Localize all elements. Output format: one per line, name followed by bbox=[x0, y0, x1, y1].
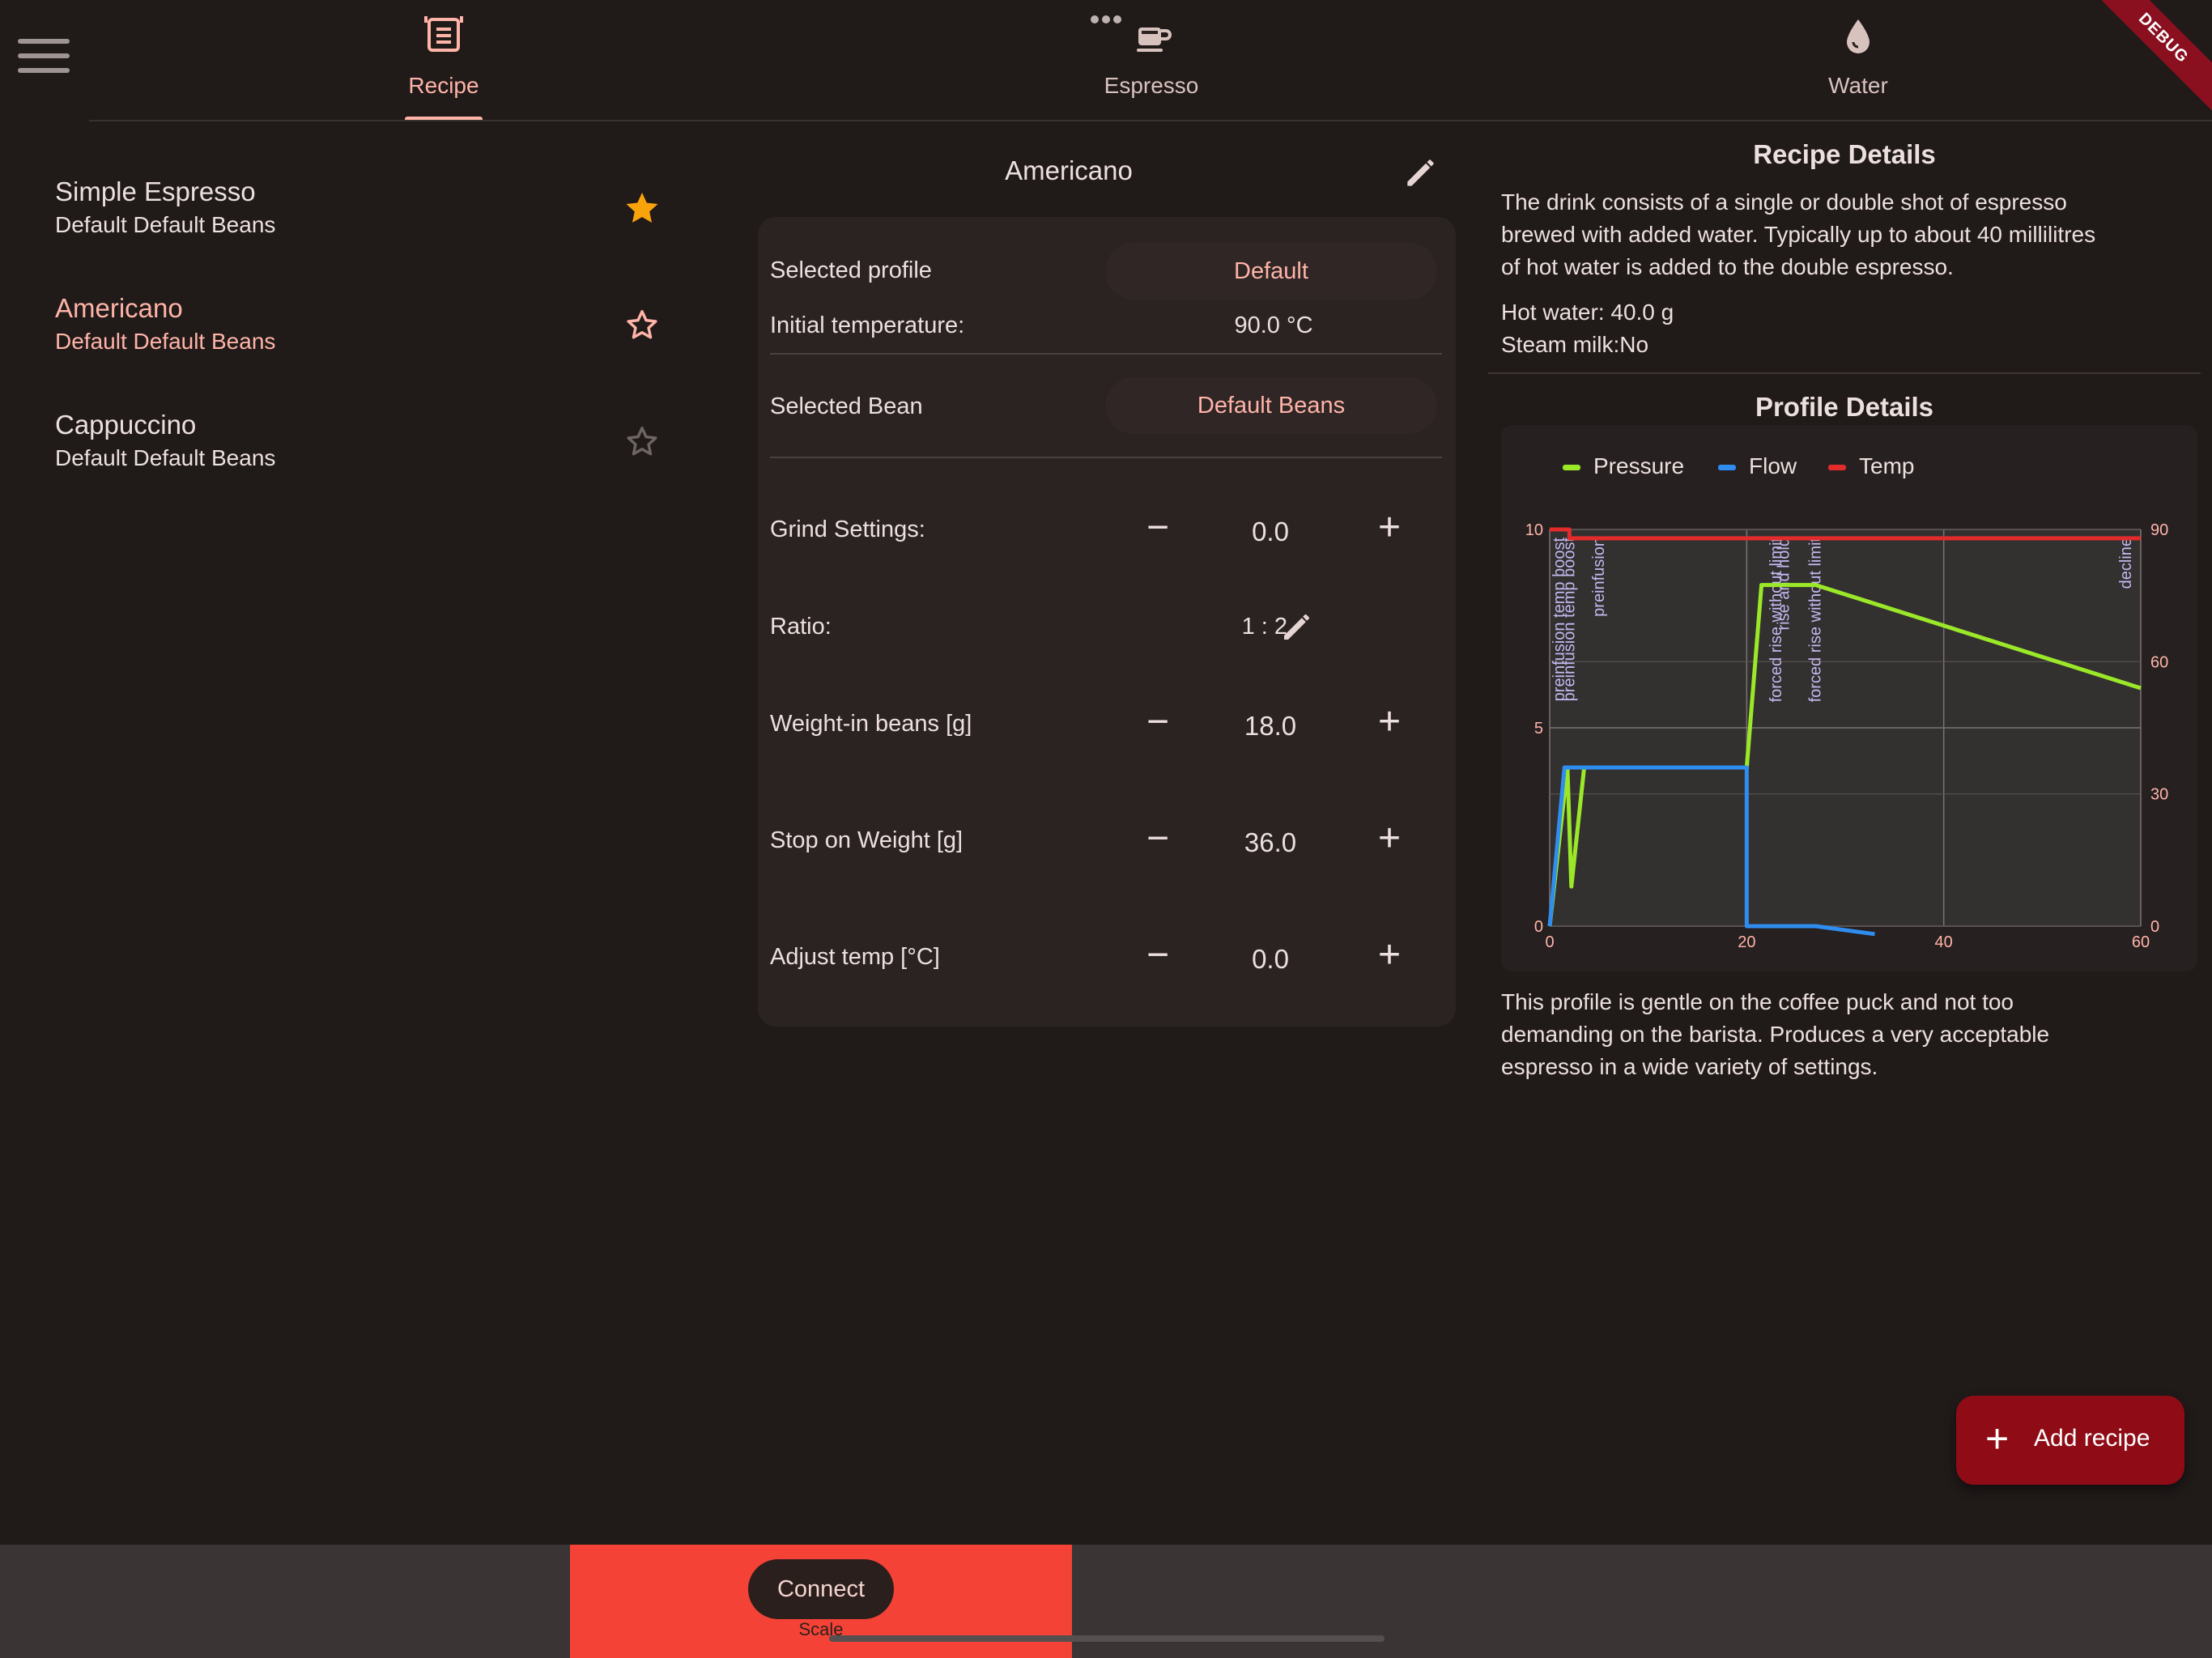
adjust-temp-minus-button[interactable]: − bbox=[1134, 933, 1182, 981]
adjust-temp-plus-button[interactable]: + bbox=[1365, 933, 1414, 981]
y-left-tick-label: 0 bbox=[1534, 918, 1543, 936]
legend-flow: Flow bbox=[1718, 453, 1797, 479]
steam-milk-info: Steam milk:No bbox=[1501, 332, 1649, 357]
recipe-description: The drink consists of a single or double… bbox=[1501, 186, 2165, 283]
x-tick-label: 60 bbox=[2132, 933, 2150, 951]
grind-value: 0.0 bbox=[1252, 517, 1289, 546]
adjust-temp-value: 0.0 bbox=[1252, 944, 1289, 974]
weight-in-minus-button[interactable]: − bbox=[1134, 699, 1182, 748]
stop-weight-minus-button[interactable]: − bbox=[1134, 816, 1182, 865]
recipe-beans: Default Default Beans bbox=[55, 212, 276, 237]
stop-weight-value: 36.0 bbox=[1244, 827, 1297, 857]
annotation-label: forced rise without limit bbox=[1807, 538, 1825, 703]
y-right-tick-label: 30 bbox=[2150, 786, 2168, 804]
y-left-tick-label: 10 bbox=[1525, 521, 1543, 539]
profile-chart: preinfusion temp boostpreinfusion temp b… bbox=[1525, 521, 2169, 951]
x-tick-label: 20 bbox=[1738, 933, 1755, 951]
divider bbox=[770, 353, 1442, 355]
recipe-icon bbox=[424, 16, 463, 52]
recipe-name: Americano bbox=[55, 293, 183, 323]
star-filled-icon[interactable] bbox=[623, 189, 661, 227]
y-right-tick-label: 90 bbox=[2150, 521, 2168, 539]
tab-label: Espresso bbox=[1104, 73, 1199, 98]
star-outline-icon[interactable] bbox=[623, 306, 661, 343]
text-line: espresso in a wide variety of settings. bbox=[1501, 1054, 1878, 1079]
selected-bean-label: Selected Bean bbox=[770, 393, 923, 419]
tab-label: Water bbox=[1828, 73, 1888, 98]
list-item-cappuccino[interactable]: Cappuccino Default Default Beans bbox=[32, 398, 680, 512]
legend-swatch bbox=[1718, 465, 1736, 471]
ratio-edit-icon[interactable] bbox=[1278, 607, 1317, 646]
list-item-simple-espresso[interactable]: Simple Espresso Default Default Beans bbox=[32, 165, 680, 278]
ratio-value: 1 : 2 bbox=[1241, 614, 1287, 640]
recipe-title: Americano bbox=[1005, 155, 1133, 185]
recipe-details-heading: Recipe Details bbox=[1753, 139, 1936, 169]
weight-in-plus-button[interactable]: + bbox=[1365, 699, 1414, 748]
tab-recipe[interactable]: Recipe bbox=[209, 0, 678, 121]
legend-swatch bbox=[1828, 465, 1846, 471]
coffee-cup-icon bbox=[1137, 28, 1172, 52]
water-drop-icon bbox=[1847, 19, 1870, 53]
profile-details-heading: Profile Details bbox=[1755, 392, 1934, 422]
recipe-name: Simple Espresso bbox=[55, 176, 256, 206]
divider bbox=[770, 457, 1442, 458]
debug-banner: DEBUG bbox=[2077, 0, 2212, 125]
legend-label: Flow bbox=[1749, 453, 1797, 478]
edit-icon[interactable] bbox=[1401, 152, 1441, 193]
recipe-beans: Default Default Beans bbox=[55, 445, 276, 470]
x-tick-label: 0 bbox=[1545, 933, 1554, 951]
text-line: demanding on the barista. Produces a ver… bbox=[1501, 1022, 2050, 1047]
annotation-label: preinfusion bbox=[1590, 538, 1608, 617]
tab-label: Recipe bbox=[408, 73, 479, 98]
selected-profile-label: Selected profile bbox=[770, 257, 932, 283]
selected-bean-button[interactable]: Default Beans bbox=[1105, 377, 1437, 434]
list-item-americano[interactable]: Americano Default Default Beans bbox=[32, 282, 680, 395]
legend-swatch bbox=[1563, 465, 1580, 471]
annotation-label: preinfusion temp boost bbox=[1560, 538, 1578, 702]
recipe-beans: Default Default Beans bbox=[55, 329, 276, 354]
initial-temp-value: 90.0 °C bbox=[1234, 312, 1313, 338]
recipe-name: Cappuccino bbox=[55, 410, 197, 440]
stop-weight-plus-button[interactable]: + bbox=[1365, 816, 1414, 865]
hot-water-info: Hot water: 40.0 g bbox=[1501, 300, 1674, 325]
connect-scale-button[interactable]: Connect bbox=[748, 1559, 894, 1619]
profile-description: This profile is gentle on the coffee puc… bbox=[1501, 986, 2165, 1083]
text-line: of hot water is added to the double espr… bbox=[1501, 254, 1954, 279]
text-line: brewed with added water. Typically up to… bbox=[1501, 222, 2096, 247]
initial-temp-label: Initial temperature: bbox=[770, 312, 965, 338]
grind-plus-button[interactable]: + bbox=[1365, 505, 1414, 554]
y-right-tick-label: 60 bbox=[2150, 653, 2168, 671]
menu-icon[interactable] bbox=[18, 39, 70, 79]
add-recipe-button[interactable]: + Add recipe bbox=[1956, 1396, 2184, 1485]
star-outline-icon[interactable] bbox=[623, 423, 661, 460]
add-recipe-label: Add recipe bbox=[2034, 1425, 2150, 1452]
tab-espresso[interactable]: Espresso bbox=[917, 0, 1386, 121]
divider bbox=[1488, 372, 2201, 374]
adjust-temp-label: Adjust temp [°C] bbox=[770, 944, 940, 970]
grind-minus-button[interactable]: − bbox=[1134, 505, 1182, 554]
home-indicator bbox=[829, 1635, 1385, 1642]
weight-in-value: 18.0 bbox=[1244, 711, 1297, 741]
tab-divider bbox=[89, 120, 2212, 121]
ratio-label: Ratio: bbox=[770, 614, 832, 640]
y-left-tick-label: 5 bbox=[1534, 720, 1543, 738]
text-line: The drink consists of a single or double… bbox=[1501, 189, 2067, 215]
grind-label: Grind Settings: bbox=[770, 517, 925, 542]
x-tick-label: 40 bbox=[1935, 933, 1953, 951]
legend-temp: Temp bbox=[1828, 453, 1914, 479]
text-line: This profile is gentle on the coffee puc… bbox=[1501, 989, 2014, 1014]
weight-in-label: Weight-in beans [g] bbox=[770, 711, 972, 737]
legend-pressure: Pressure bbox=[1563, 453, 1684, 479]
stop-weight-label: Stop on Weight [g] bbox=[770, 827, 963, 853]
selected-profile-button[interactable]: Default bbox=[1105, 243, 1437, 300]
legend-label: Pressure bbox=[1593, 453, 1685, 478]
annotation-label: decline bbox=[2117, 538, 2135, 589]
plus-icon: + bbox=[1985, 1416, 2010, 1461]
legend-label: Temp bbox=[1859, 453, 1915, 478]
tab-water[interactable]: Water bbox=[1623, 0, 2093, 121]
y-right-tick-label: 0 bbox=[2150, 918, 2159, 936]
